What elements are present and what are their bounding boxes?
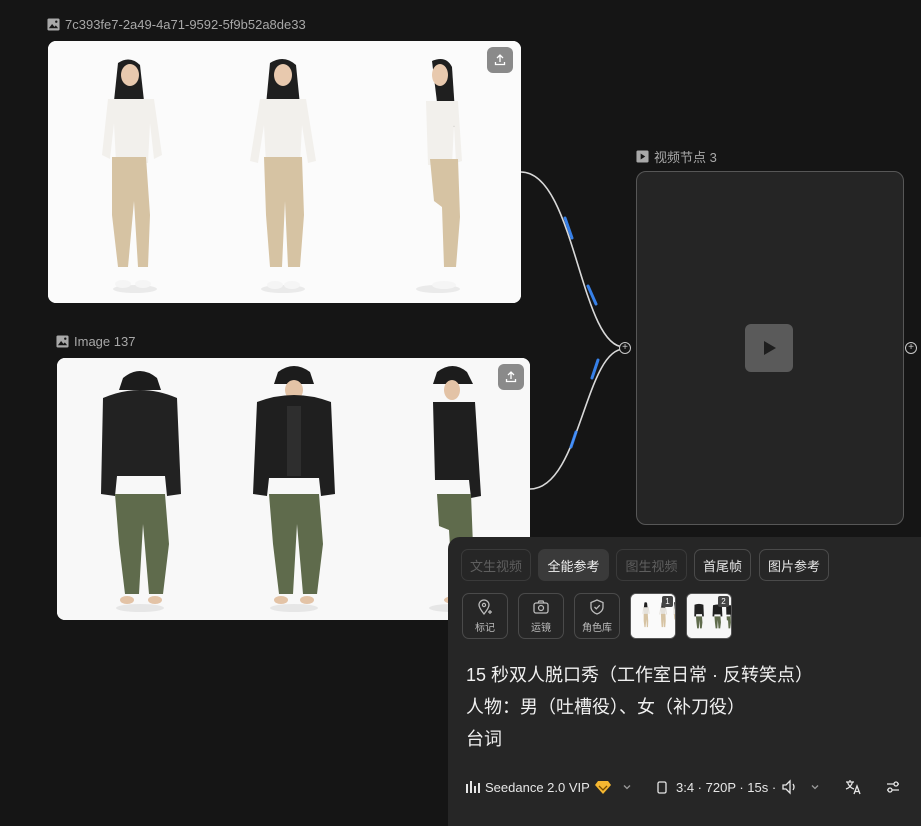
generation-panel: 文生视频 全能参考 图生视频 首尾帧 图片参考 标记 运镜 角色库 1 2 15… (448, 537, 921, 826)
chevron-down-icon (811, 785, 819, 790)
video-node-label[interactable]: 视频节点 3 (636, 147, 717, 166)
volume-icon (782, 779, 795, 795)
video-node[interactable] (636, 171, 904, 525)
translate-icon (845, 780, 861, 795)
tab-first-last-frame[interactable]: 首尾帧 (694, 549, 751, 581)
image-node-1[interactable] (48, 41, 521, 303)
adjust-settings-button[interactable] (885, 775, 901, 799)
camera-move-tool-button[interactable]: 运镜 (518, 593, 564, 639)
reference-thumbnail-2[interactable]: 2 (686, 593, 732, 639)
image-node-2-upload-button[interactable] (498, 364, 524, 390)
sliders-icon (887, 781, 899, 793)
prompt-line-1[interactable]: 15 秒双人脱口秀（工作室日常 · 反转笑点） (466, 661, 813, 687)
translate-button[interactable] (844, 775, 862, 799)
image-node-2-title: Image 137 (74, 334, 136, 349)
mark-tool-button[interactable]: 标记 (462, 593, 508, 639)
tab-omni-reference[interactable]: 全能参考 (538, 549, 609, 581)
camera-icon (533, 600, 549, 614)
aspect-ratio-icon (657, 780, 667, 794)
camera-move-tool-label: 运镜 (531, 623, 551, 634)
reference-thumbnail-1[interactable]: 1 (630, 593, 676, 639)
reference-badge-1: 1 (662, 596, 673, 607)
edge-image1-to-video (520, 171, 625, 348)
video-node-input-port[interactable]: + (619, 342, 631, 354)
character-library-tool-label: 角色库 (582, 623, 612, 634)
location-pin-plus-icon (478, 599, 492, 616)
model-selector[interactable]: Seedance 2.0 VIP (466, 775, 632, 799)
bar-chart-icon (466, 781, 480, 793)
mark-tool-label: 标记 (475, 623, 495, 634)
vip-diamond-icon (594, 781, 611, 794)
video-node-title: 视频节点 3 (654, 150, 717, 165)
model-name: Seedance 2.0 VIP (485, 779, 590, 795)
play-icon (764, 341, 776, 355)
prompt-line-2[interactable]: 人物：男（吐槽役）、女（补刀役） (466, 693, 745, 719)
tab-image-to-video[interactable]: 图生视频 (616, 549, 687, 581)
settings-selector[interactable]: 3:4 · 720P · 15s · (657, 775, 820, 799)
image-node-1-title: 7c393fe7-2a49-4a71-9592-5f9b52a8de33 (65, 17, 306, 32)
upload-icon (505, 371, 517, 383)
video-icon (636, 150, 649, 163)
image-node-2-label[interactable]: Image 137 (56, 334, 135, 349)
edge-glow-2b (569, 430, 578, 449)
chevron-down-icon (623, 785, 631, 790)
image-node-1-label[interactable]: 7c393fe7-2a49-4a71-9592-5f9b52a8de33 (47, 17, 306, 32)
shield-check-icon (590, 599, 604, 615)
panel-bottom-bar: Seedance 2.0 VIP 3:4 · 720P · 15s · (448, 775, 921, 799)
video-play-button[interactable] (745, 324, 793, 372)
reference-badge-2: 2 (718, 596, 729, 607)
tab-text-to-video[interactable]: 文生视频 (461, 549, 531, 581)
settings-summary: 3:4 · 720P · 15s · (676, 779, 777, 795)
edge-image2-to-video (529, 348, 625, 490)
image-node-1-upload-button[interactable] (487, 47, 513, 73)
reference-image-woman-turnaround (48, 41, 521, 303)
character-library-tool-button[interactable]: 角色库 (574, 593, 620, 639)
prompt-line-3[interactable]: 台词 (466, 725, 502, 751)
tab-image-reference[interactable]: 图片参考 (759, 549, 829, 581)
upload-icon (494, 54, 506, 66)
image-icon (47, 18, 60, 31)
image-icon (56, 335, 69, 348)
video-node-output-port[interactable]: + (905, 342, 917, 354)
